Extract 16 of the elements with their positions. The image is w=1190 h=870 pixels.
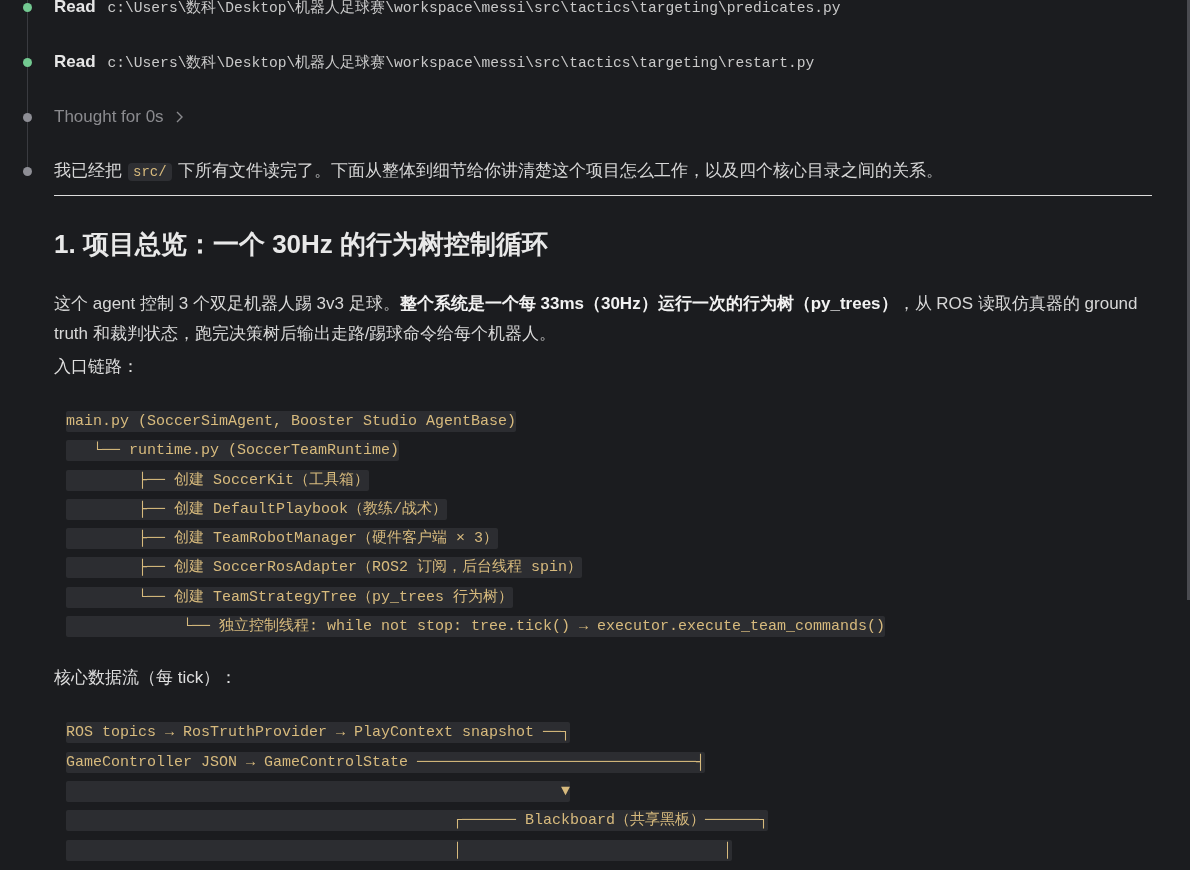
- timeline-dot-icon: [22, 57, 32, 67]
- chevron-icon: [175, 111, 183, 123]
- code-caption: 核心数据流（每 tick）：: [54, 667, 239, 690]
- message-text: 我已经把 src/ 下所有文件读完了。下面从整体到细节给你讲清楚这个项目怎么工作，以及四个核心目录之间的关系。: [54, 160, 944, 183]
- section-heading: 1. 项目总览：一个 30Hz 的行为树控制循环: [54, 228, 550, 261]
- code-caption: 入口链路：: [54, 356, 140, 378]
- scrollbar-thumb[interactable]: [1187, 0, 1190, 600]
- timeline-dot-icon: [22, 166, 32, 176]
- timeline-dot-icon: [22, 2, 32, 12]
- file-path[interactable]: c:\Users\数科\Desktop\机器人足球赛\workspace\messi\src\tactics\targeting\predicates.py: [107, 0, 841, 20]
- thought-toggle[interactable]: Thought for 0s: [54, 105, 183, 129]
- file-path[interactable]: c:\Users\数科\Desktop\机器人足球赛\workspace\messi\src\tactics\targeting\restart.py: [107, 51, 815, 75]
- read-label: Read: [54, 0, 96, 18]
- read-label: Read: [54, 51, 96, 73]
- paragraph: 这个 agent 控制 3 个双足机器人踢 3v3 足球。整个系统是一个每 33ms（30Hz）运行一次的行为树（py_trees），从 ROS 读取仿真器的 ground truth 和裁判状态，跑完决策树后输出走路/踢球命令给每个机器人。: [54, 293, 1139, 345]
- timeline-dot-icon: [22, 112, 32, 122]
